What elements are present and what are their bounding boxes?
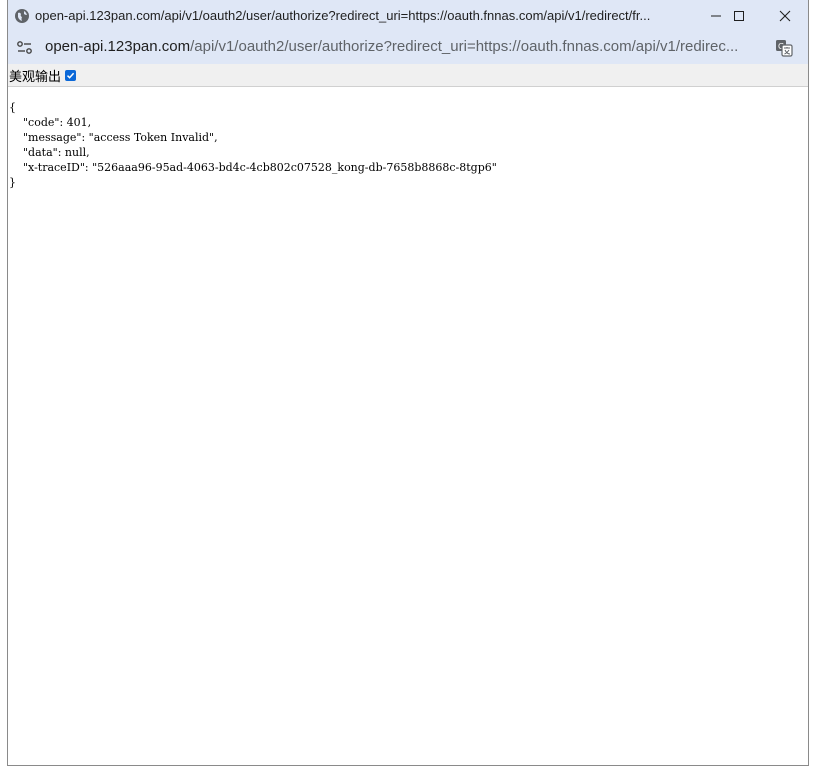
url-path: /api/v1/oauth2/user/authorize?redirect_u… xyxy=(190,38,739,55)
json-line: "code": 401, xyxy=(23,116,92,129)
window-title: open-api.123pan.com/api/v1/oauth2/user/a… xyxy=(35,8,651,23)
checkmark-icon xyxy=(66,72,75,79)
globe-icon xyxy=(14,8,30,24)
json-line: "data": null, xyxy=(23,146,90,159)
title-bar: open-api.123pan.com/api/v1/oauth2/user/a… xyxy=(8,0,808,32)
json-open-brace: { xyxy=(9,101,16,114)
json-line: "message": "access Token Invalid", xyxy=(23,131,218,144)
close-icon xyxy=(779,10,791,22)
pretty-print-label: 美观输出 xyxy=(9,68,62,84)
pretty-print-checkbox[interactable] xyxy=(65,69,77,81)
maximize-button[interactable] xyxy=(716,0,762,32)
site-info-icon[interactable] xyxy=(16,40,34,56)
address-bar[interactable]: open-api.123pan.com/api/v1/oauth2/user/a… xyxy=(8,32,808,64)
json-line: "x-traceID": "526aaa96-95ad-4063-bd4c-4c… xyxy=(23,161,497,174)
translate-icon[interactable]: G xyxy=(775,39,793,57)
pretty-print-bar: 美观输出 xyxy=(8,64,808,87)
browser-popup-window: open-api.123pan.com/api/v1/oauth2/user/a… xyxy=(7,0,809,766)
url-host: open-api.123pan.com xyxy=(45,38,191,55)
maximize-icon xyxy=(734,11,744,21)
url-text[interactable]: open-api.123pan.com/api/v1/oauth2/user/a… xyxy=(45,38,767,55)
json-close-brace: } xyxy=(9,176,16,189)
close-button[interactable] xyxy=(762,0,808,32)
json-response: { "code": 401, "message": "access Token In… xyxy=(9,100,497,190)
